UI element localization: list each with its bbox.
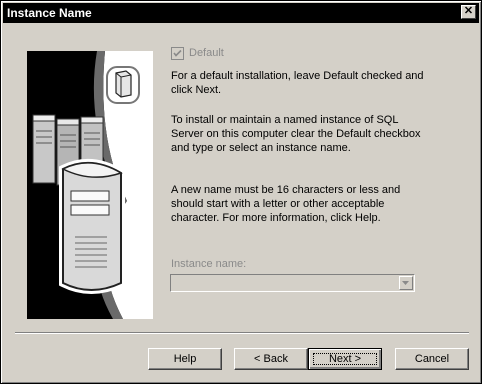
default-install-text: For a default installation, leave Defaul… bbox=[171, 70, 424, 96]
close-button[interactable]: ✕ bbox=[461, 5, 476, 19]
named-instance-text: To install or maintain a named instance … bbox=[171, 114, 421, 154]
close-icon: ✕ bbox=[463, 5, 474, 17]
combobox-dropdown-button[interactable] bbox=[399, 276, 413, 290]
check-icon bbox=[173, 49, 182, 57]
help-button[interactable]: Help bbox=[148, 348, 222, 370]
name-rules-text: A new name must be 16 characters or less… bbox=[171, 184, 401, 224]
back-button[interactable]: < Back bbox=[234, 348, 308, 370]
instance-name-label: Instance name: bbox=[171, 258, 247, 270]
next-button-label: Next > bbox=[328, 353, 362, 365]
default-checkbox[interactable] bbox=[171, 47, 184, 60]
title-bar[interactable]: Instance Name ✕ bbox=[3, 3, 479, 23]
chevron-down-icon bbox=[402, 281, 409, 285]
cancel-button-label: Cancel bbox=[414, 353, 450, 365]
help-button-label: Help bbox=[173, 353, 197, 365]
instance-name-combobox[interactable] bbox=[170, 274, 415, 292]
next-button[interactable]: Next > bbox=[308, 348, 382, 370]
dialog-window: Instance Name ✕ Default For a default in… bbox=[0, 0, 482, 384]
small-server-icon bbox=[106, 66, 140, 104]
back-button-label: < Back bbox=[254, 353, 288, 365]
default-checkbox-label: Default bbox=[189, 47, 224, 59]
main-server-tower bbox=[59, 159, 125, 294]
window-title: Instance Name bbox=[7, 6, 92, 20]
separator bbox=[15, 332, 469, 334]
server-illustration bbox=[27, 51, 153, 319]
cancel-button[interactable]: Cancel bbox=[395, 348, 469, 370]
